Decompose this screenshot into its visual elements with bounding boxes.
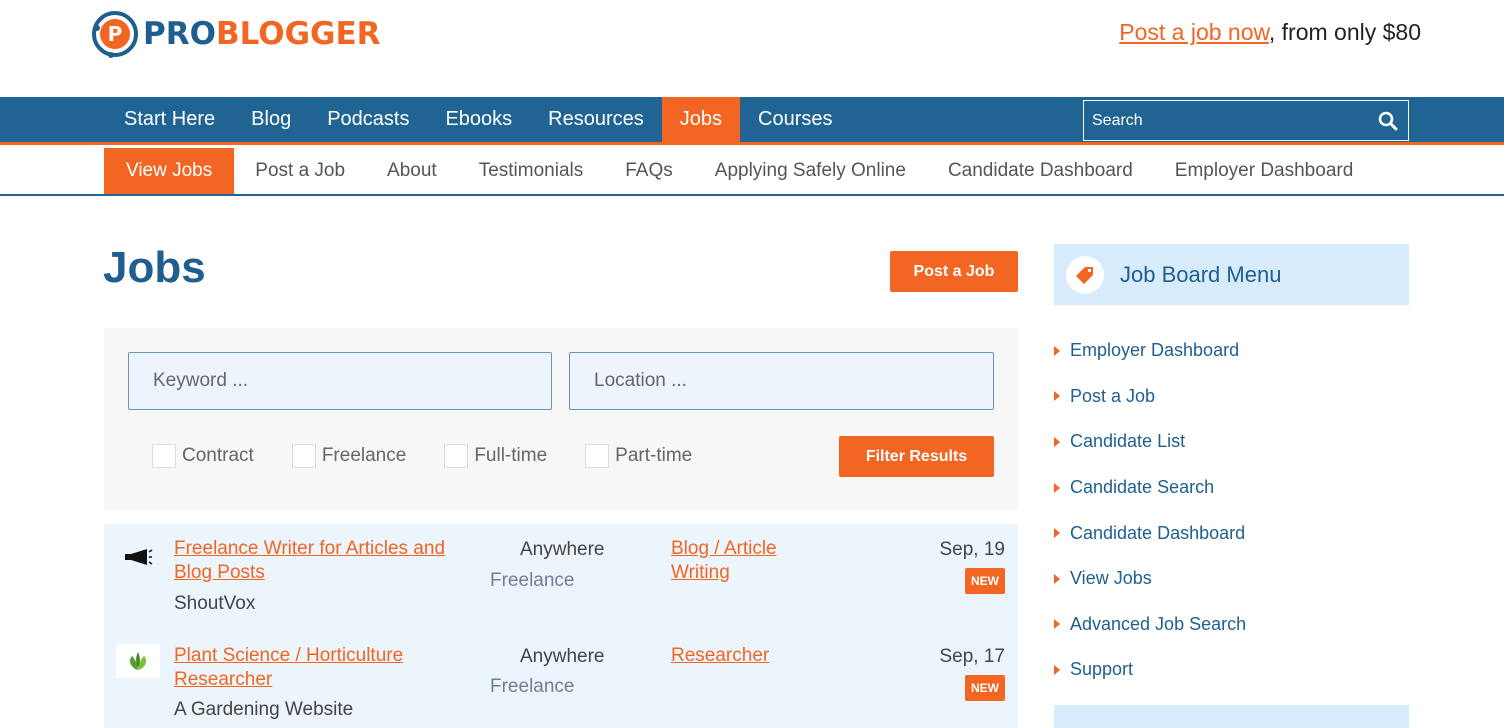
jobs-sub-nav: View Jobs Post a Job About Testimonials … <box>0 148 1504 196</box>
subnav-item-post-a-job[interactable]: Post a Job <box>234 148 366 194</box>
side-menu-post-a-job[interactable]: Post a Job <box>1054 374 1246 420</box>
promo-text: Post a job now, from only $80 <box>1119 19 1421 46</box>
promo-price-text: , from only $80 <box>1268 19 1421 45</box>
job-listings: Freelance Writer for Articles and Blog P… <box>104 524 1018 728</box>
caret-right-icon <box>1054 391 1060 402</box>
freelance-label: Freelance <box>321 445 407 466</box>
subnav-item-testimonials[interactable]: Testimonials <box>458 148 605 194</box>
search-icon[interactable] <box>1368 101 1408 140</box>
new-badge: NEW <box>965 568 1005 594</box>
job-location: Anywhere <box>520 646 605 667</box>
side-menu-label: Candidate List <box>1070 431 1186 452</box>
side-menu-candidate-dashboard[interactable]: Candidate Dashboard <box>1054 510 1246 556</box>
type-option-part-time[interactable]: Part-time <box>585 444 692 468</box>
type-option-contract[interactable]: Contract <box>152 444 254 468</box>
subnav-item-employer-dashboard[interactable]: Employer Dashboard <box>1154 148 1374 194</box>
part-time-label: Part-time <box>615 445 693 466</box>
type-option-freelance[interactable]: Freelance <box>291 444 407 468</box>
job-filter-panel: Contract Freelance Full-time Part-time F… <box>104 328 1018 510</box>
location-field <box>569 352 994 410</box>
post-job-now-link[interactable]: Post a job now <box>1119 19 1269 45</box>
side-menu-advanced-job-search[interactable]: Advanced Job Search <box>1054 602 1246 648</box>
problogger-logo[interactable]: P PROBLOGGER <box>91 9 436 59</box>
job-title-link[interactable]: Plant Science / Horticulture Researcher <box>174 644 484 692</box>
logo-pro-text: PRO <box>143 16 216 52</box>
nav-item-start-here[interactable]: Start Here <box>106 97 233 142</box>
contract-checkbox[interactable] <box>152 444 176 468</box>
new-badge: NEW <box>965 675 1005 701</box>
sidebar-next-panel <box>1054 705 1409 728</box>
full-time-label: Full-time <box>474 445 548 466</box>
svg-text:P: P <box>108 22 123 46</box>
side-menu-support[interactable]: Support <box>1054 647 1246 693</box>
side-menu-label: Employer Dashboard <box>1070 340 1240 361</box>
location-input[interactable] <box>570 353 993 409</box>
part-time-checkbox[interactable] <box>585 444 610 468</box>
job-listing[interactable]: Freelance Writer for Articles and Blog P… <box>104 524 1018 630</box>
site-header: P PROBLOGGER Post a job now, from only $… <box>0 0 1504 97</box>
side-menu-label: Candidate Dashboard <box>1070 522 1246 543</box>
post-job-button[interactable]: Post a Job <box>890 251 1018 292</box>
job-date: Sep, 17 <box>939 646 1006 667</box>
job-type: Freelance <box>490 676 575 697</box>
nav-item-ebooks[interactable]: Ebooks <box>427 97 530 142</box>
nav-item-courses[interactable]: Courses <box>740 97 850 142</box>
caret-right-icon <box>1054 482 1060 493</box>
job-listing[interactable]: Plant Science / Horticulture Researcher … <box>104 630 1018 728</box>
caret-right-icon <box>1054 345 1060 356</box>
nav-item-blog[interactable]: Blog <box>233 97 309 142</box>
contract-label: Contract <box>182 445 254 466</box>
caret-right-icon <box>1054 573 1060 584</box>
type-option-full-time[interactable]: Full-time <box>444 444 547 468</box>
full-time-checkbox[interactable] <box>444 444 469 468</box>
nav-item-jobs[interactable]: Jobs <box>661 97 741 142</box>
logo-mark-icon: P <box>91 10 139 58</box>
site-search <box>1083 100 1409 141</box>
side-menu-candidate-search[interactable]: Candidate Search <box>1054 465 1246 511</box>
megaphone-icon <box>116 540 160 574</box>
job-type: Freelance <box>490 570 575 591</box>
job-title-link[interactable]: Freelance Writer for Articles and Blog P… <box>174 537 484 585</box>
job-company: A Gardening Website <box>174 699 354 720</box>
job-board-menu-title: Job Board Menu <box>1120 261 1282 287</box>
subnav-item-about[interactable]: About <box>366 148 458 194</box>
subnav-item-faqs[interactable]: FAQs <box>604 148 694 194</box>
logo-blogger-text: BLOGGER <box>215 16 381 52</box>
subnav-item-candidate-dashboard[interactable]: Candidate Dashboard <box>927 148 1154 194</box>
job-company: ShoutVox <box>174 593 256 614</box>
leaf-icon <box>116 644 160 678</box>
side-menu-label: Candidate Search <box>1070 477 1215 498</box>
job-date: Sep, 19 <box>939 539 1006 560</box>
keyword-input[interactable] <box>129 353 551 409</box>
side-menu-employer-dashboard[interactable]: Employer Dashboard <box>1054 328 1246 374</box>
page-title: Jobs <box>103 243 206 292</box>
caret-right-icon <box>1054 528 1060 539</box>
nav-item-resources[interactable]: Resources <box>530 97 662 142</box>
job-board-menu: Employer Dashboard Post a Job Candidate … <box>1054 328 1246 693</box>
caret-right-icon <box>1054 664 1060 675</box>
job-location: Anywhere <box>520 539 605 560</box>
job-category-link[interactable]: Researcher <box>671 644 821 668</box>
filter-results-button[interactable]: Filter Results <box>839 436 994 477</box>
side-menu-label: Post a Job <box>1070 385 1156 406</box>
main-nav: Start Here Blog Podcasts Ebooks Resource… <box>0 97 1504 145</box>
side-menu-label: Support <box>1070 659 1134 680</box>
nav-item-podcasts[interactable]: Podcasts <box>309 97 427 142</box>
subnav-item-applying-safely[interactable]: Applying Safely Online <box>694 148 927 194</box>
job-category-link[interactable]: Blog / Article Writing <box>671 537 821 585</box>
caret-right-icon <box>1054 619 1060 630</box>
side-menu-view-jobs[interactable]: View Jobs <box>1054 556 1246 602</box>
side-menu-label: View Jobs <box>1070 568 1152 589</box>
job-board-menu-header: Job Board Menu <box>1054 244 1409 305</box>
tag-icon <box>1066 255 1104 294</box>
search-input[interactable] <box>1084 101 1368 140</box>
side-menu-candidate-list[interactable]: Candidate List <box>1054 419 1246 465</box>
keyword-field <box>128 352 552 410</box>
caret-right-icon <box>1054 436 1060 447</box>
job-type-checkboxes: Contract Freelance Full-time Part-time <box>152 444 730 468</box>
subnav-item-view-jobs[interactable]: View Jobs <box>104 148 235 194</box>
freelance-checkbox[interactable] <box>291 444 316 468</box>
side-menu-label: Advanced Job Search <box>1070 613 1247 634</box>
